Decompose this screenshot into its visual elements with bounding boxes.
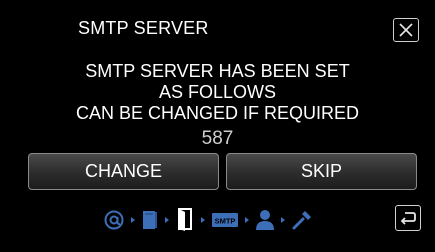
message-line-1: SMTP SERVER HAS BEEN SET	[85, 61, 350, 81]
return-arrow-icon	[400, 212, 416, 225]
step-arrow	[245, 217, 249, 223]
change-button[interactable]: CHANGE	[28, 153, 219, 190]
user-icon	[255, 209, 275, 231]
at-sign-icon	[103, 209, 125, 231]
page-title: SMTP SERVER	[78, 18, 209, 38]
setup-steps: SMTP	[103, 205, 313, 235]
tools-icon	[291, 209, 313, 231]
step-arrow	[201, 217, 205, 223]
close-icon	[399, 23, 413, 37]
close-button[interactable]	[393, 18, 419, 42]
message-line-2: AS FOLLOWS	[158, 82, 277, 102]
step-arrow	[281, 217, 285, 223]
smtp-icon: SMTP	[211, 211, 239, 229]
info-message: SMTP SERVER HAS BEEN SET AS FOLLOWS CAN …	[0, 61, 435, 124]
back-button[interactable]	[395, 205, 421, 231]
port-value: 587	[201, 128, 234, 149]
open-book-icon	[175, 208, 195, 232]
notebook-icon	[141, 209, 159, 231]
smtp-icon-label: SMTP	[215, 217, 236, 226]
step-arrow	[165, 217, 169, 223]
step-arrow	[131, 217, 135, 223]
message-line-3: CAN BE CHANGED IF REQUIRED	[75, 103, 360, 123]
skip-button[interactable]: SKIP	[226, 153, 417, 190]
